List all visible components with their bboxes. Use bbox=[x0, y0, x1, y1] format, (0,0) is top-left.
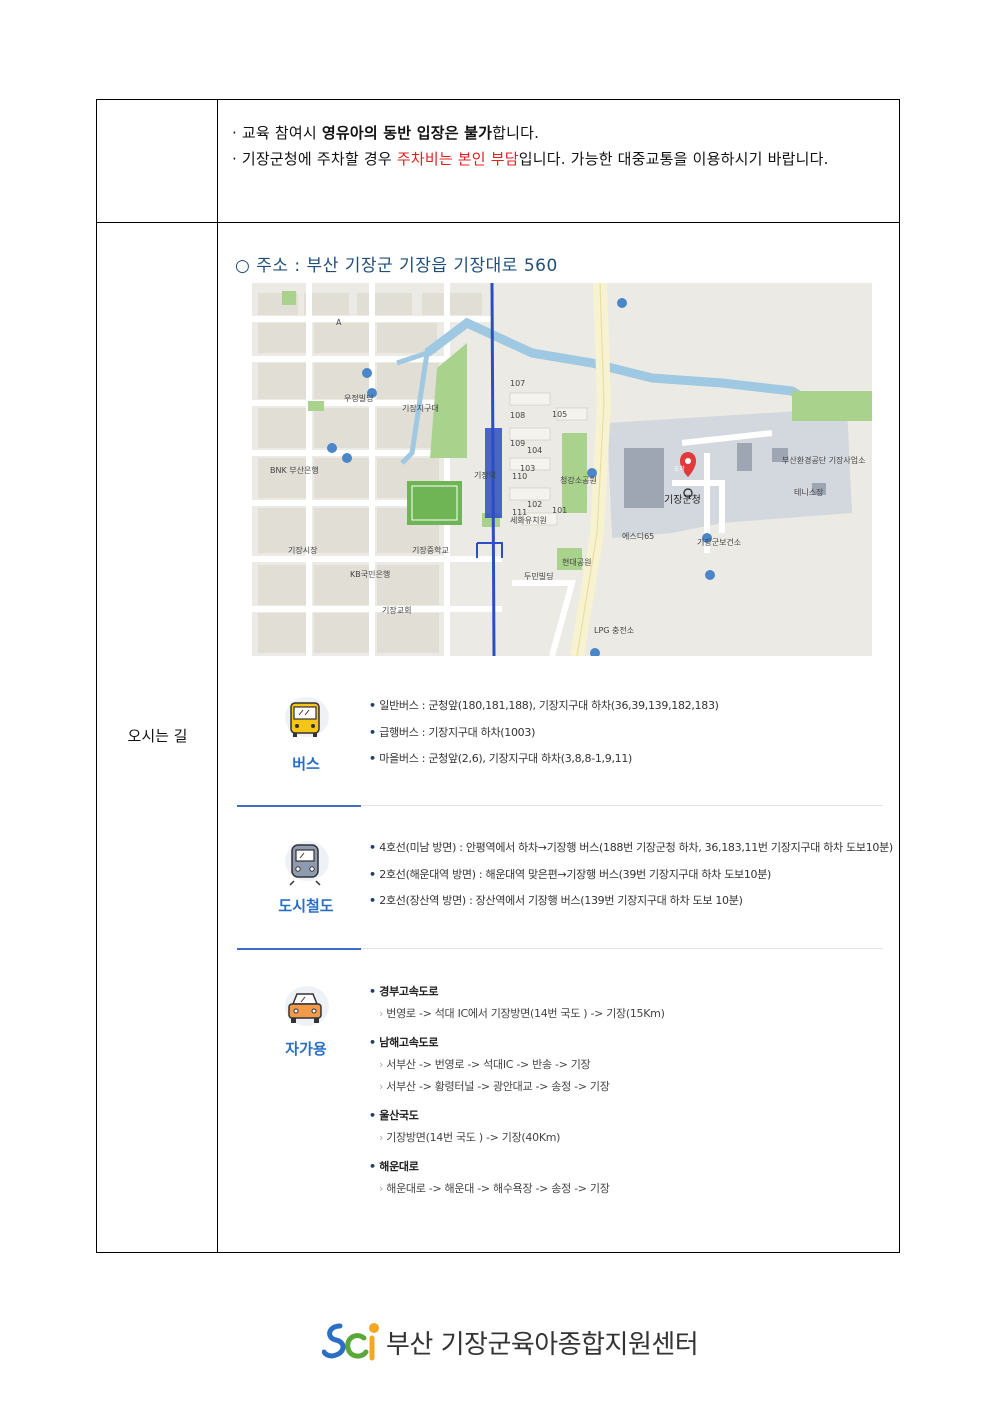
footer-org-name: 부산 기장군육아종합지원센터 bbox=[386, 1330, 699, 1360]
map-label: 기장역 bbox=[474, 470, 496, 480]
map-label: KB국민은행 bbox=[350, 569, 390, 579]
car-route-detail: 번영로 -> 석대 IC에서 기장방면(14번 국도 ) -> 기장(15Km) bbox=[369, 1005, 665, 1027]
map-label: 우정빌딩 bbox=[344, 393, 373, 403]
subway-items: 4호선(미남 방면) : 안평역에서 하차→기장행 버스(188번 기장군청 하… bbox=[369, 839, 893, 919]
bus-item: 급행버스 : 기장지구대 하차(1003) bbox=[369, 724, 719, 751]
map-label: BNK 부산은행 bbox=[270, 465, 319, 475]
map-label: 기장중학교 bbox=[412, 545, 449, 555]
map-label: 세화유치원 bbox=[510, 516, 547, 525]
row-divider bbox=[97, 222, 899, 223]
bus-item: 마을버스 : 군청앞(2,6), 기장지구대 하차(3,8,8-1,9,11) bbox=[369, 750, 719, 777]
map-label: 테니스장 bbox=[794, 487, 824, 497]
subway-item: 2호선(해운대역 방면) : 해운대역 맞은편→기장행 버스(39번 기장지구대… bbox=[369, 866, 893, 893]
car-route-name: 울산국도 bbox=[369, 1107, 665, 1129]
bus-title: 버스 bbox=[292, 755, 320, 773]
car-route-name: 남해고속도로 bbox=[369, 1034, 665, 1056]
subway-item: 2호선(장산역 방면) : 장산역에서 기장행 버스(139번 기장지구대 하차… bbox=[369, 892, 893, 919]
sci-logo-icon bbox=[321, 1323, 379, 1361]
subway-item: 4호선(미남 방면) : 안평역에서 하차→기장행 버스(188번 기장군청 하… bbox=[369, 839, 893, 866]
map-label: 107 bbox=[510, 379, 525, 388]
document-table: · 교육 참여시 영유아의 동반 입장은 불가합니다. · 기장군청에 주차할 … bbox=[96, 99, 900, 1253]
car-route-detail: 해운대로 -> 해운대 -> 해수욕장 -> 송정 -> 기장 bbox=[369, 1180, 665, 1202]
map-label: 부산환경공단 기장사업소 bbox=[782, 455, 866, 465]
footer-logo: 부산 기장군육아종합지원센터 bbox=[321, 1318, 699, 1364]
subway-section: 도시철도 4호선(미남 방면) : 안평역에서 하차→기장행 버스(188번 기… bbox=[237, 827, 893, 937]
row-label-directions: 오시는 길 bbox=[127, 727, 188, 745]
map-label: 111 bbox=[512, 508, 527, 517]
map-label: LPG 충전소 bbox=[594, 625, 634, 635]
bus-item: 일반버스 : 군청앞(180,181,188), 기장지구대 하차(36,39,… bbox=[369, 697, 719, 724]
notice-block: · 교육 참여시 영유아의 동반 입장은 불가합니다. · 기장군청에 주차할 … bbox=[232, 120, 888, 172]
map-label: 기장지구대 bbox=[402, 403, 439, 413]
map-label: 현대공원 bbox=[562, 558, 591, 567]
map-label: 104 bbox=[527, 446, 542, 455]
section-separator bbox=[237, 805, 883, 807]
car-route-name: 경부고속도로 bbox=[369, 983, 665, 1005]
bus-section: 버스 일반버스 : 군청앞(180,181,188), 기장지구대 하차(36,… bbox=[237, 683, 883, 793]
subway-title: 도시철도 bbox=[278, 897, 334, 915]
map-label: 기장시장 bbox=[288, 545, 318, 555]
car-icon bbox=[277, 980, 333, 1036]
car-route-detail: 서부산 -> 번영로 -> 석대IC -> 반송 -> 기장 bbox=[369, 1056, 665, 1078]
bus-items: 일반버스 : 군청앞(180,181,188), 기장지구대 하차(36,39,… bbox=[369, 697, 719, 777]
map-label: A bbox=[336, 318, 342, 327]
address-line: ○ 주소 : 부산 기장군 기장읍 기장대로 560 bbox=[235, 256, 558, 276]
car-routes: 경부고속도로 번영로 -> 석대 IC에서 기장방면(14번 국도 ) -> 기… bbox=[369, 983, 665, 1202]
notice-line-2: · 기장군청에 주차할 경우 주차비는 본인 부담입니다. 가능한 대중교통을 … bbox=[232, 150, 829, 168]
car-route-name: 해운대로 bbox=[369, 1158, 665, 1180]
map-label: 기장군보건소 bbox=[697, 537, 741, 547]
map-label: 도착 bbox=[674, 465, 686, 473]
car-route-detail: 서부산 -> 황령터널 -> 광안대교 -> 송정 -> 기장 bbox=[369, 1078, 665, 1100]
location-map: 기장군청기장시장 기장역기장중학교 KB국민은행 BNK 부산은행세화유치원기장교회 현… bbox=[252, 283, 872, 656]
map-label: 기장교회 bbox=[382, 605, 411, 615]
map-label: 101 bbox=[552, 506, 567, 515]
map-label: 102 bbox=[527, 500, 542, 509]
map-label: 청강소공원 bbox=[560, 475, 597, 485]
map-label: 두민빌딩 bbox=[524, 571, 553, 581]
train-icon bbox=[277, 835, 333, 891]
car-title: 자가용 bbox=[285, 1040, 327, 1058]
map-label: 105 bbox=[552, 410, 567, 419]
map-graphic: 기장군청기장시장 기장역기장중학교 KB국민은행 BNK 부산은행세화유치원기장교회 현… bbox=[252, 283, 872, 656]
map-label: 108 bbox=[510, 411, 525, 420]
map-label: 109 bbox=[510, 439, 525, 448]
car-route-detail: 기장방면(14번 국도 ) -> 기장(40Km) bbox=[369, 1129, 665, 1151]
map-label: 에스디65 bbox=[622, 532, 654, 541]
bus-icon bbox=[277, 691, 333, 747]
section-separator bbox=[237, 948, 883, 950]
map-label: 기장군청 bbox=[664, 494, 701, 506]
notice-line-1: · 교육 참여시 영유아의 동반 입장은 불가합니다. bbox=[232, 124, 540, 142]
map-label: 110 bbox=[512, 472, 527, 481]
label-column bbox=[97, 100, 218, 1252]
